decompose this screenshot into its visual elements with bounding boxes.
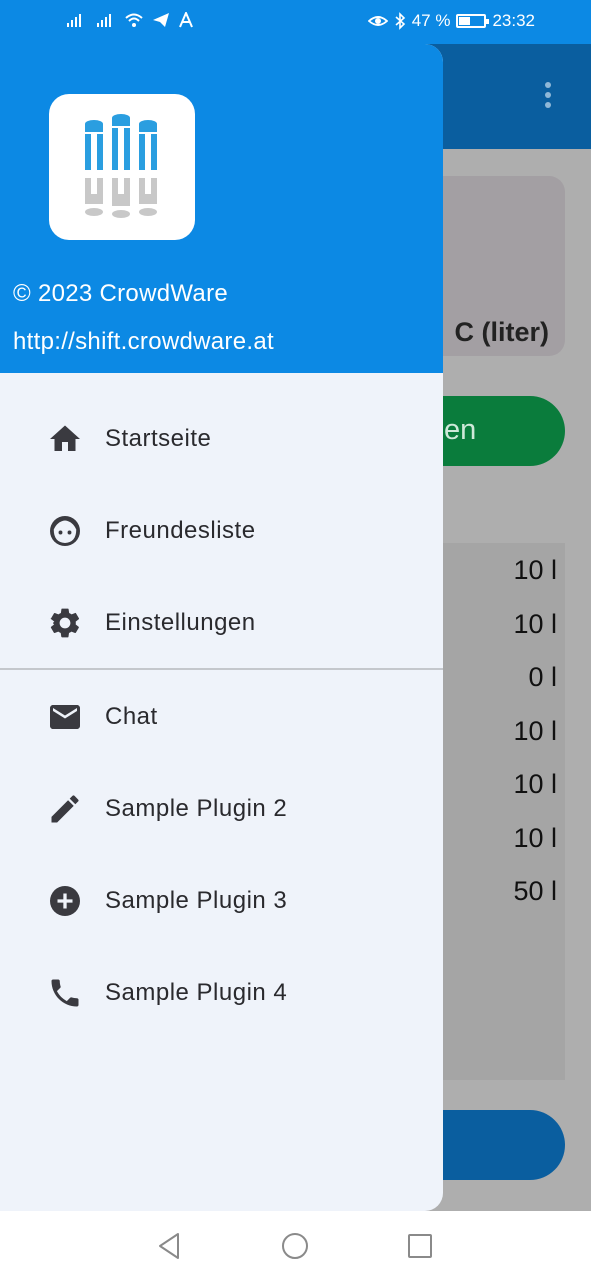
app-logo bbox=[49, 94, 195, 240]
menu-item-label: Chat bbox=[105, 703, 158, 730]
font-icon bbox=[179, 12, 193, 28]
home-nav-icon[interactable] bbox=[278, 1229, 312, 1263]
drawer-header: © 2023 CrowdWare http://shift.crowdware.… bbox=[0, 44, 443, 373]
gear-icon bbox=[50, 608, 80, 638]
list-value: 50 l bbox=[513, 876, 557, 906]
list-value: 10 l bbox=[513, 769, 557, 799]
signal-icon bbox=[67, 14, 81, 27]
menu-item-label: Sample Plugin 4 bbox=[105, 979, 288, 1006]
list-value: 10 l bbox=[513, 555, 557, 585]
navigation-drawer: © 2023 CrowdWare http://shift.crowdware.… bbox=[0, 44, 443, 1211]
mail-icon bbox=[50, 705, 80, 729]
list-value: 0 l bbox=[528, 662, 557, 692]
bluetooth-icon bbox=[395, 12, 405, 30]
system-nav-bar bbox=[0, 1211, 591, 1280]
pencil-icon bbox=[51, 795, 79, 823]
battery-level-fill bbox=[459, 17, 471, 25]
copyright-text: © 2023 CrowdWare bbox=[13, 280, 229, 307]
app-logo-icon bbox=[85, 114, 157, 218]
menu-item-label: Freundesliste bbox=[105, 517, 256, 544]
clock: 23:32 bbox=[492, 11, 535, 30]
status-bar: 47 % 23:32 bbox=[0, 0, 591, 44]
home-icon bbox=[50, 425, 80, 451]
battery-icon bbox=[456, 14, 490, 28]
menu-item-label: Startseite bbox=[105, 425, 212, 452]
menu-item-label: Einstellungen bbox=[105, 609, 256, 636]
phone-icon bbox=[51, 979, 79, 1007]
list-value: 10 l bbox=[513, 823, 557, 853]
add-circle-icon bbox=[50, 886, 80, 916]
list-value: 10 l bbox=[513, 716, 557, 746]
menu-item-sample-plugin-3[interactable]: Sample Plugin 3 bbox=[0, 861, 443, 941]
back-icon[interactable] bbox=[152, 1229, 186, 1263]
recents-icon[interactable] bbox=[403, 1229, 437, 1263]
website-url: http://shift.crowdware.at bbox=[13, 328, 274, 355]
card-title: C (liter) bbox=[454, 317, 550, 347]
status-right-icons: 47 % 23:32 bbox=[367, 11, 535, 31]
status-left-icons bbox=[66, 12, 194, 28]
wifi-icon bbox=[125, 13, 143, 27]
menu-item-sample-plugin-2[interactable]: Sample Plugin 2 bbox=[0, 769, 443, 849]
eye-icon bbox=[367, 16, 388, 26]
face-icon bbox=[50, 516, 80, 546]
menu-item-chat[interactable]: Chat bbox=[0, 677, 443, 757]
signal-icon bbox=[97, 14, 111, 27]
battery-percent: 47 % bbox=[411, 11, 451, 30]
menu-item-label: Sample Plugin 2 bbox=[105, 795, 288, 822]
menu-item-label: Sample Plugin 3 bbox=[105, 887, 288, 914]
overflow-menu-icon[interactable] bbox=[545, 82, 553, 112]
menu-item-startseite[interactable]: Startseite bbox=[0, 399, 443, 479]
menu-item-einstellungen[interactable]: Einstellungen bbox=[0, 583, 443, 663]
menu-divider bbox=[0, 668, 443, 670]
menu-item-sample-plugin-4[interactable]: Sample Plugin 4 bbox=[0, 953, 443, 1033]
telegram-icon bbox=[153, 13, 169, 27]
primary-action-label: en bbox=[444, 414, 477, 446]
menu-item-freundesliste[interactable]: Freundesliste bbox=[0, 491, 443, 571]
list-value: 10 l bbox=[513, 609, 557, 639]
